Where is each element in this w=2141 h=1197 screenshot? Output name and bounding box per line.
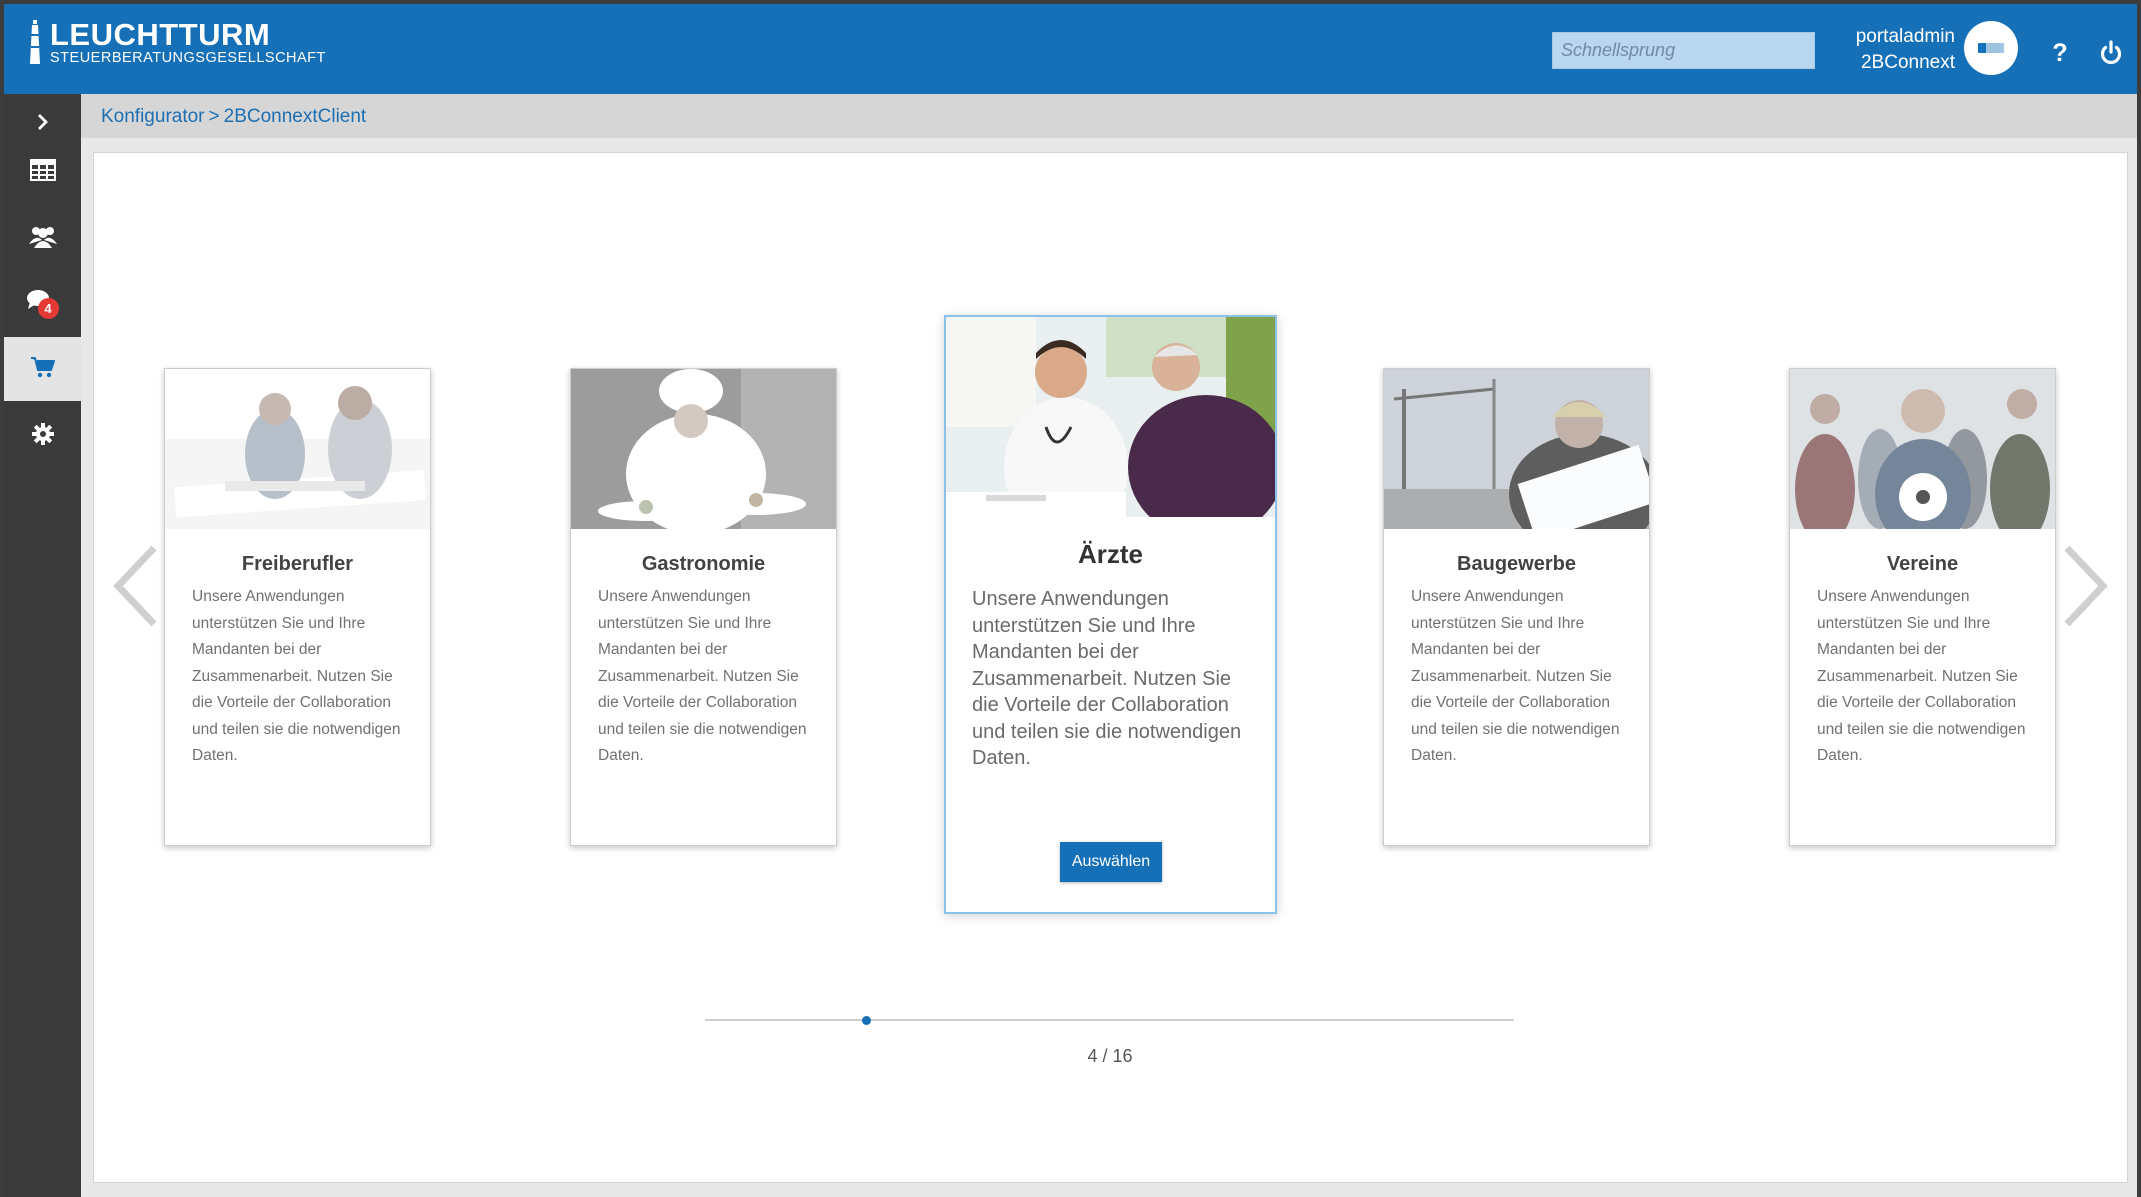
users-icon xyxy=(28,224,58,253)
sidebar: 4 xyxy=(4,94,81,1197)
card-image-gastronomie xyxy=(571,369,836,529)
top-header: LEUCHTTURM STEUERBERATUNGSGESELLSCHAFT p… xyxy=(4,4,2137,94)
avatar-logo-icon xyxy=(1978,43,2004,53)
card-freiberufler[interactable]: Freiberufler Unsere Anwendungen unterstü… xyxy=(164,368,431,846)
gear-icon xyxy=(31,422,55,451)
breadcrumb-konfigurator[interactable]: Konfigurator xyxy=(101,106,205,127)
carousel-progress-track[interactable] xyxy=(705,1019,1514,1021)
card-title: Gastronomie xyxy=(641,553,766,575)
card-title: Ärzte xyxy=(1077,539,1143,569)
sidebar-item-settings[interactable] xyxy=(4,406,81,466)
notification-badge: 4 xyxy=(37,298,59,319)
power-icon[interactable] xyxy=(2097,39,2125,67)
card-title: Freiberufler xyxy=(241,553,354,575)
lighthouse-icon xyxy=(28,20,42,64)
card-vereine[interactable]: Vereine Unsere Anwendungen unterstützen … xyxy=(1789,368,2056,846)
breadcrumb: Konfigurator >2BConnextClient xyxy=(101,106,366,128)
breadcrumb-client[interactable]: 2BConnextClient xyxy=(224,106,367,127)
card-image-freiberufler xyxy=(165,369,430,529)
card-aerzte[interactable]: Ärzte Unsere Anwendungen unterstützen Si… xyxy=(944,315,1277,914)
cart-icon xyxy=(30,356,56,383)
breadcrumb-separator: > xyxy=(208,106,220,127)
card-image-vereine xyxy=(1790,369,2055,529)
avatar[interactable] xyxy=(1964,21,2018,75)
select-button[interactable]: Auswählen xyxy=(1060,842,1162,882)
card-description: Unsere Anwendungen unterstützen Sie und … xyxy=(598,588,807,764)
sidebar-item-table[interactable] xyxy=(4,142,81,202)
carousel-prev-arrow[interactable] xyxy=(108,540,164,632)
card-description: Unsere Anwendungen unterstützen Sie und … xyxy=(1817,588,2026,764)
user-info[interactable]: portaladmin 2BConnext xyxy=(1834,24,1955,76)
sidebar-item-messages[interactable]: 4 xyxy=(4,274,81,334)
carousel-counter: 4 / 16 xyxy=(1087,1046,1133,1066)
help-icon[interactable]: ? xyxy=(2050,40,2070,66)
card-description: Unsere Anwendungen unterstützen Sie und … xyxy=(1411,588,1620,764)
quick-jump-input[interactable] xyxy=(1552,32,1815,69)
user-org: 2BConnext xyxy=(1860,52,1955,73)
card-image-aerzte xyxy=(946,317,1275,517)
card-image-baugewerbe xyxy=(1384,369,1649,529)
chat-icon: 4 xyxy=(26,288,60,320)
user-name: portaladmin xyxy=(1855,26,1955,47)
card-title: Baugewerbe xyxy=(1457,553,1576,575)
card-description: Unsere Anwendungen unterstützen Sie und … xyxy=(972,588,1242,769)
sidebar-item-shop[interactable] xyxy=(4,337,81,401)
card-title: Vereine xyxy=(1886,553,1959,575)
card-gastronomie[interactable]: Gastronomie Unsere Anwendungen unterstüt… xyxy=(570,368,837,846)
carousel-progress-handle[interactable] xyxy=(862,1016,871,1025)
brand-title: LEUCHTTURM xyxy=(50,17,271,52)
table-icon xyxy=(29,158,56,186)
carousel-next-arrow[interactable] xyxy=(2057,540,2113,632)
chevron-right-icon xyxy=(36,113,50,136)
sidebar-item-users[interactable] xyxy=(4,208,81,268)
card-baugewerbe[interactable]: Baugewerbe Unsere Anwendungen unterstütz… xyxy=(1383,368,1650,846)
brand-subtitle: STEUERBERATUNGSGESELLSCHAFT xyxy=(50,50,326,66)
breadcrumb-bar: Konfigurator >2BConnextClient xyxy=(81,94,2137,138)
card-description: Unsere Anwendungen unterstützen Sie und … xyxy=(192,588,401,764)
brand-logo[interactable]: LEUCHTTURM STEUERBERATUNGSGESELLSCHAFT xyxy=(28,17,326,66)
